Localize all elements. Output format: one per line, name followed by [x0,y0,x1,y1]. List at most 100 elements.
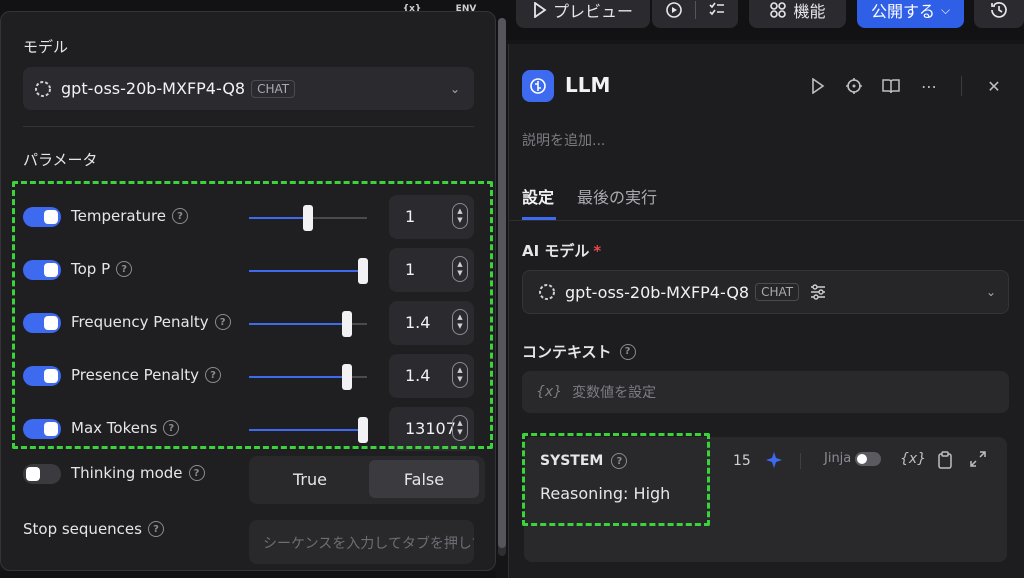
thinking-option-false[interactable]: False [369,460,479,498]
slider-thumb[interactable] [342,311,352,337]
model-settings-popover: モデル gpt-oss-20b-MXFP4-Q8 CHAT ⌄ パラメータ Te… [0,11,496,571]
model-selector[interactable]: gpt-oss-20b-MXFP4-Q8 CHAT ⌄ [522,270,1009,314]
top-p-toggle[interactable] [23,260,61,280]
help-icon[interactable]: ? [172,208,189,224]
slider-thumb[interactable] [358,258,368,284]
max-tokens-slider[interactable] [249,417,368,443]
help-icon[interactable]: ? [116,261,133,277]
features-button[interactable]: 機能 [749,0,846,28]
param-label: Frequency Penalty [71,313,209,331]
checklist-run-icon[interactable] [665,1,683,19]
brain-icon [530,78,546,94]
clipboard-icon[interactable] [937,451,953,469]
jinja-label: Jinja [824,451,852,466]
help-icon[interactable]: ? [147,521,164,537]
frequency-penalty-toggle[interactable] [23,313,61,333]
run-node-icon[interactable] [809,77,827,95]
presence-penalty-number-input[interactable]: 1.4 ▲ ▼ [389,354,474,398]
slider-fill [249,217,308,219]
stop-sequences-input[interactable]: シーケンスを入力してタブを押してください [249,520,474,564]
tab-settings[interactable]: 設定 [522,184,554,208]
stepper-icon[interactable]: ▲ ▼ [452,415,468,441]
publish-button[interactable]: 公開する ⌵ [857,0,964,28]
slider-thumb[interactable] [358,417,368,443]
slider-thumb[interactable] [342,364,352,390]
more-icon[interactable]: ⋯ [920,77,938,96]
toolbar-divider [800,453,801,469]
param-label: Temperature [71,207,167,225]
max-tokens-number-input[interactable]: 131072▲▼ [389,407,474,451]
stop-sequences-name: Stop sequences ? [23,520,164,538]
ai-model-section-label: AI モデル * [522,240,601,261]
checklist-icon[interactable] [708,1,726,19]
play-icon [534,2,547,18]
run-history-group [652,0,738,28]
insert-variable-icon[interactable]: {x} [900,451,926,467]
model-name: gpt-oss-20b-MXFP4-Q8 [565,282,750,302]
description-input[interactable]: 説明を追加... [522,130,605,150]
param-row-presence-penalty: Presence Penalty? 1.4 ▲ ▼ [23,354,475,398]
history-button[interactable] [974,0,1024,28]
system-label: SYSTEM [540,453,604,469]
book-icon[interactable] [882,77,900,95]
help-icon[interactable]: ? [611,453,628,469]
stepper-icon[interactable]: ▲ ▼ [452,256,468,282]
help-icon[interactable]: ? [205,367,222,383]
top-p-slider[interactable] [249,258,368,284]
param-row-top-p: Top P? 1 ▲ ▼ [23,248,475,292]
thinking-option-true[interactable]: True [255,460,365,498]
thinking-mode-toggle[interactable] [23,464,61,484]
param-value[interactable]: 1 [405,207,457,226]
frequency-penalty-slider[interactable] [249,311,367,337]
stepper-icon[interactable]: ▲ ▼ [452,203,468,229]
temperature-slider[interactable] [249,205,367,231]
variable-icon: {x} [536,384,563,400]
max-tokens-toggle[interactable] [23,419,61,439]
frequency-penalty-number-input[interactable]: 1.4 ▲ ▼ [389,301,474,345]
sparkle-icon[interactable] [765,451,783,469]
jinja-toggle[interactable]: Jinja [824,451,882,466]
help-icon[interactable]: ? [163,420,180,436]
param-value[interactable]: 1.4 [405,313,457,332]
system-prompt-text[interactable]: Reasoning: High [540,484,670,503]
node-title[interactable]: LLM [565,73,610,97]
presence-penalty-name: Presence Penalty? [71,366,222,384]
locate-node-icon[interactable] [845,77,863,95]
slider-fill [249,429,367,431]
param-label: Max Tokens [71,419,158,437]
thinking-mode-segmented-control: True False [249,456,485,504]
scrollbar-thumb[interactable] [498,18,506,548]
expand-icon[interactable] [970,451,986,467]
chevron-down-icon: ⌄ [449,81,460,96]
param-label: Presence Penalty [71,366,200,384]
tab-last-run[interactable]: 最後の実行 [577,184,657,208]
top-p-number-input[interactable]: 1 ▲ ▼ [389,248,474,292]
system-prompt-editor[interactable]: SYSTEM ? Reasoning: High 15 Jinja {x} [524,437,1007,562]
scrollbar[interactable] [498,18,506,556]
model-type-badge: CHAT [251,79,296,98]
presence-penalty-slider[interactable] [249,364,367,390]
temperature-toggle[interactable] [23,207,61,227]
param-value[interactable]: 131072 [405,419,457,438]
model-params-icon[interactable] [809,283,827,301]
max-tokens-name: Max Tokens? [71,419,180,437]
close-icon[interactable]: ✕ [985,77,1003,96]
help-icon[interactable]: ? [214,314,231,330]
model-dropdown[interactable]: gpt-oss-20b-MXFP4-Q8 CHAT ⌄ [23,67,474,110]
history-icon [991,2,1007,18]
slider-thumb[interactable] [303,205,313,231]
param-value[interactable]: 1 [405,260,457,279]
context-variable-input[interactable]: {x} 変数値を設定 [522,371,1009,413]
stepper-icon[interactable]: ▲ ▼ [452,309,468,335]
preview-button[interactable]: プレビュー [516,0,650,28]
param-value[interactable]: 1.4 [405,366,457,385]
help-icon[interactable]: ? [188,465,205,481]
stepper-icon[interactable]: ▲ ▼ [452,362,468,388]
jinja-switch[interactable] [855,451,882,466]
help-icon[interactable]: ? [619,343,636,360]
slider-fill [249,376,347,378]
temperature-number-input[interactable]: 1 ▲ ▼ [389,195,474,239]
presence-penalty-toggle[interactable] [23,366,61,386]
param-row-max-tokens: Max Tokens? 131072▲▼ [23,407,475,451]
param-label: Thinking mode [71,464,183,482]
